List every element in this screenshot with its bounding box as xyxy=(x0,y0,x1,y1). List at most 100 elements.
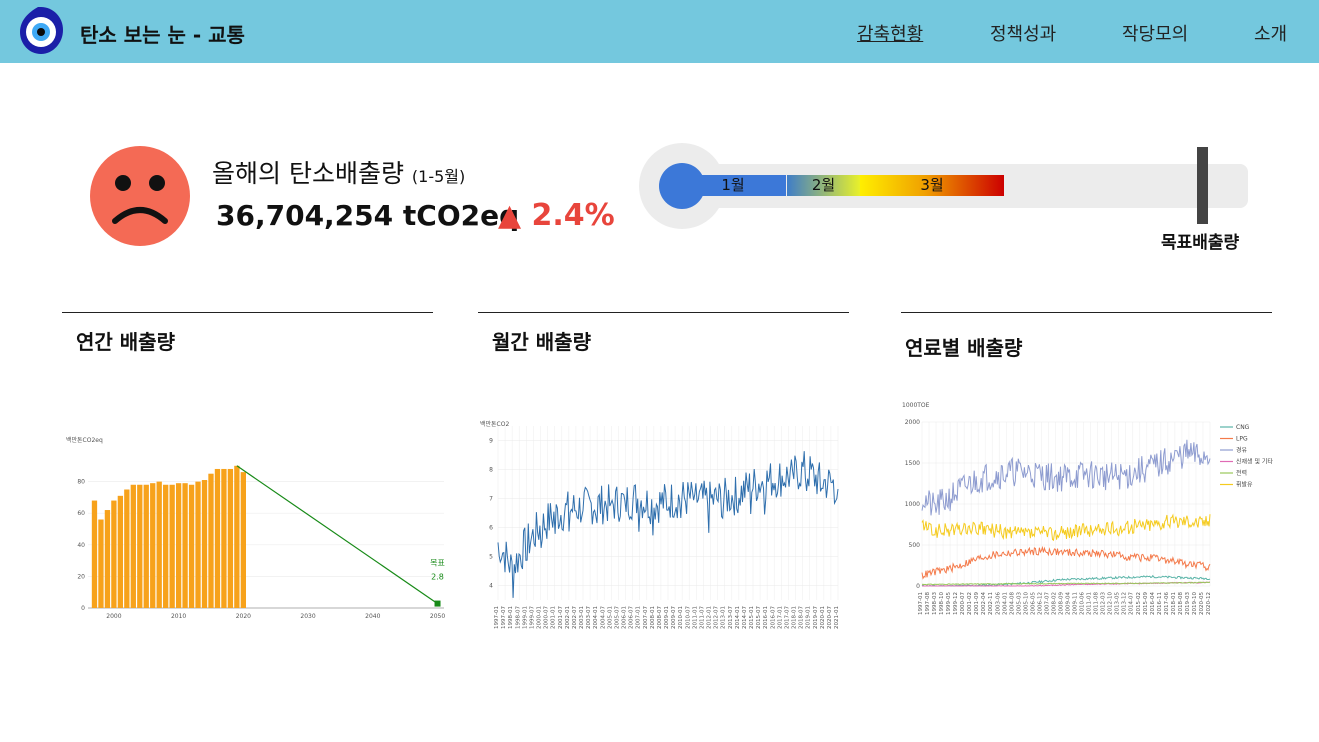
bar xyxy=(143,484,149,608)
x-tick-label: 2020-07 xyxy=(827,606,833,629)
x-tick-label: 2016-01 xyxy=(763,606,769,629)
x-tick-label: 2005-01 xyxy=(607,606,613,629)
x-tick-label: 2013-01 xyxy=(721,606,727,629)
y-tick-label: 80 xyxy=(77,479,85,486)
x-tick-label: 1999-07 xyxy=(529,606,535,629)
x-tick-label: 2015-01 xyxy=(749,606,755,629)
y-tick-label: 0 xyxy=(81,605,85,612)
bar xyxy=(201,480,208,608)
x-tick-label: 2019-01 xyxy=(806,606,812,629)
y-tick-label: 60 xyxy=(77,510,85,517)
x-tick-label: 2016-11 xyxy=(1157,592,1163,615)
x-tick-label: 2007-07 xyxy=(1044,592,1050,615)
app-title[interactable]: 탄소 보는 눈 - 교통 xyxy=(80,19,245,48)
x-tick-label: 2014-07 xyxy=(742,606,748,629)
annual-emission-chart: 백만톤CO2eq 0 20 40 60 80 목표 2.8 2000 2010 2020 2030 20… xyxy=(62,428,452,628)
bar xyxy=(214,468,221,608)
x-tick-label: 2050 xyxy=(430,613,445,620)
monthly-emission-chart: 백만톤CO2 4 5 6 7 8 9 1997-01 1997-07 1998-01 1998-07… xyxy=(478,418,840,642)
x-tick-label: 2001-02 xyxy=(967,592,973,615)
x-tick-label: 1999-01 xyxy=(522,606,528,629)
section-divider-monthly xyxy=(478,312,849,313)
x-tick-label: 2012-03 xyxy=(1101,592,1107,615)
legend-label: 휘발유 xyxy=(1236,481,1253,489)
x-tick-label: 2004-01 xyxy=(1002,592,1008,615)
x-tick-label: 1997-01 xyxy=(918,592,924,615)
x-tick-label: 2020-01 xyxy=(820,606,826,629)
x-tick-label: 2009-04 xyxy=(1066,592,1072,615)
legend-label: 신재생 및 기타 xyxy=(1236,458,1273,466)
x-tick-label: 2006-01 xyxy=(622,606,628,629)
section-title-monthly: 월간 배출량 xyxy=(492,330,591,354)
y-tick-label: 20 xyxy=(77,573,85,580)
x-tick-label: 2009-07 xyxy=(671,606,677,629)
x-tick-label: 2005-03 xyxy=(1016,592,1022,615)
nav-item-about[interactable]: 소개 xyxy=(1254,20,1287,46)
x-tick-label: 2008-01 xyxy=(650,606,656,629)
y-tick-label: 4 xyxy=(489,583,493,590)
evil-eye-icon[interactable] xyxy=(16,6,66,56)
x-tick-label: 2015-09 xyxy=(1143,592,1149,615)
x-tick-label: 2006-12 xyxy=(1037,592,1043,615)
emission-label-text: 올해의 탄소배출량 xyxy=(212,159,404,188)
x-tick-label: 2001-07 xyxy=(558,606,564,629)
x-tick-label: 1997-07 xyxy=(501,606,507,629)
x-tick-label: 2016-04 xyxy=(1150,592,1156,615)
target-label: 목표 xyxy=(430,559,445,568)
x-tick-label: 2004-01 xyxy=(593,606,599,629)
x-tick-label: 2001-01 xyxy=(551,606,557,629)
x-tick-label: 2005-10 xyxy=(1023,592,1029,615)
x-tick-label: 2013-05 xyxy=(1115,592,1121,615)
bar xyxy=(195,481,201,608)
nav-item-reduction-status[interactable]: 감축현황 xyxy=(857,20,923,46)
progress-segment-month-2: 2월 xyxy=(787,175,860,196)
bar xyxy=(91,500,98,608)
x-tick-label: 1998-10 xyxy=(939,592,945,615)
x-tick-label: 2007-07 xyxy=(643,606,649,629)
x-tick-label: 2012-01 xyxy=(707,606,713,629)
bar xyxy=(117,495,124,608)
x-tick-label: 2020-05 xyxy=(1199,592,1205,615)
x-tick-label: 2000-07 xyxy=(960,592,966,615)
nav-item-policy-results[interactable]: 정책성과 xyxy=(990,20,1056,46)
x-tick-label: 1999-12 xyxy=(953,592,959,615)
x-tick-label: 2011-08 xyxy=(1094,592,1100,615)
section-title-annual: 연간 배출량 xyxy=(76,330,175,354)
x-tick-label: 2006-05 xyxy=(1030,592,1036,615)
bar xyxy=(182,483,188,608)
y-axis-title: 1000TOE xyxy=(902,402,930,409)
bar xyxy=(150,483,156,608)
x-tick-label: 2015-02 xyxy=(1136,592,1142,615)
x-tick-label: 1999-05 xyxy=(946,592,952,615)
x-tick-label: 2012-07 xyxy=(714,606,720,629)
x-tick-label: 2010 xyxy=(171,613,186,620)
section-divider-annual xyxy=(62,312,433,313)
x-tick-label: 2011-07 xyxy=(699,606,705,629)
legend-label: 경유 xyxy=(1236,447,1248,454)
x-tick-label: 2018-01 xyxy=(792,606,798,629)
fuel-emission-chart: 1000TOE 0 500 1000 1500 2000 CNG LPG 경유 신재생 및 기타 전… xyxy=(898,398,1288,630)
nav-item-planning[interactable]: 작당모의 xyxy=(1122,20,1188,46)
bar xyxy=(104,510,111,608)
x-tick-label: 2008-07 xyxy=(657,606,663,629)
x-tick-label: 2040 xyxy=(365,613,380,620)
x-tick-label: 2003-06 xyxy=(995,592,1001,615)
x-tick-label: 2005-07 xyxy=(614,606,620,629)
y-tick-label: 1000 xyxy=(905,501,920,508)
x-tick-label: 2014-01 xyxy=(735,606,741,629)
target-point xyxy=(434,600,441,607)
x-tick-label: 2019-10 xyxy=(1192,592,1198,615)
bar xyxy=(169,484,175,608)
y-tick-label: 2000 xyxy=(905,419,920,426)
x-tick-label: 2017-06 xyxy=(1164,592,1170,615)
bar xyxy=(208,473,214,608)
x-tick-label: 2017-07 xyxy=(784,606,790,629)
emission-summary-label: 올해의 탄소배출량 (1-5월) xyxy=(212,154,465,190)
y-tick-label: 0 xyxy=(916,583,920,590)
x-tick-label: 1998-03 xyxy=(932,592,938,615)
bar xyxy=(188,484,195,608)
x-tick-label: 2004-07 xyxy=(600,606,606,629)
x-tick-label: 2000-07 xyxy=(544,606,550,629)
x-tick-label: 2011-01 xyxy=(1087,592,1093,615)
target-marker xyxy=(1197,147,1208,224)
